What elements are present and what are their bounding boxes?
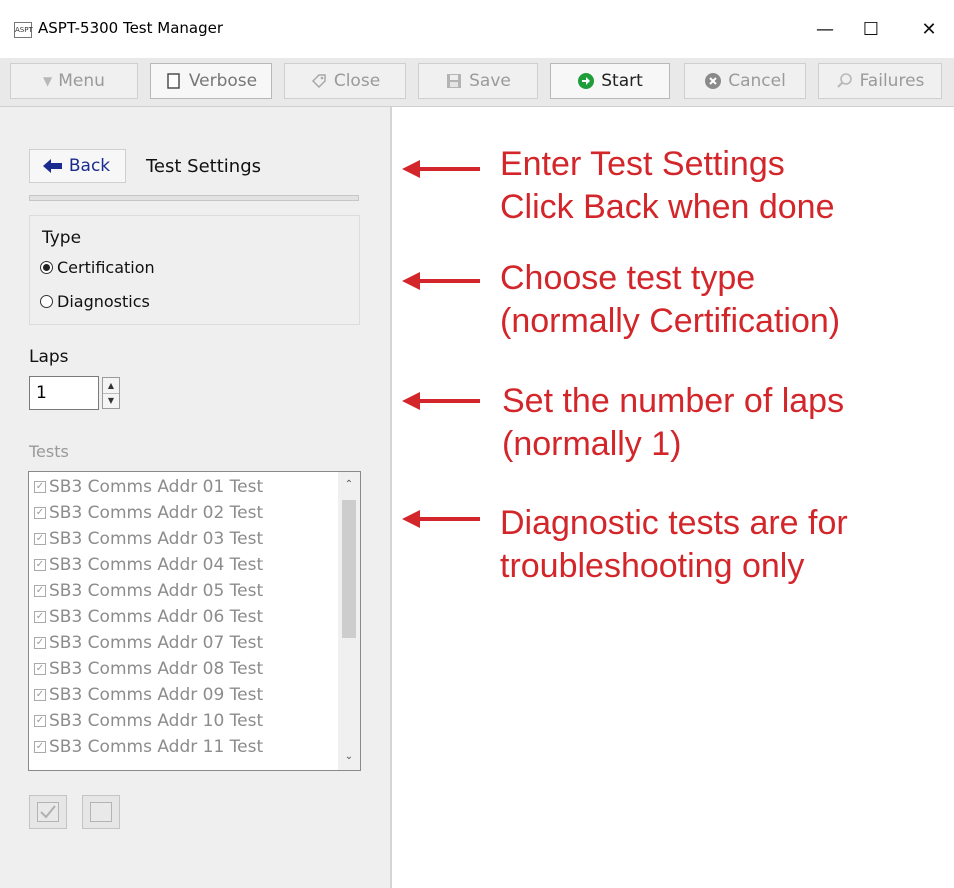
radio-selected-icon xyxy=(40,261,53,274)
checkbox-checked-icon: ✓ xyxy=(34,637,46,649)
arrow-shaft xyxy=(418,399,480,403)
list-item-label: SB3 Comms Addr 08 Test xyxy=(49,659,264,679)
verbose-button[interactable]: Verbose xyxy=(150,63,272,99)
laps-label: Laps xyxy=(29,347,69,367)
arrow-shaft xyxy=(418,517,480,521)
list-item-label: SB3 Comms Addr 02 Test xyxy=(49,503,264,523)
list-item[interactable]: ✓ SB3 Comms Addr 03 Test xyxy=(34,526,263,552)
list-item[interactable]: ✓ SB3 Comms Addr 05 Test xyxy=(34,578,263,604)
checkbox-checked-icon: ✓ xyxy=(34,507,46,519)
list-item-label: SB3 Comms Addr 09 Test xyxy=(49,685,264,705)
window-title: ASPT-5300 Test Manager xyxy=(38,19,224,37)
cancel-button[interactable]: Cancel xyxy=(684,63,806,99)
annotation-type: Choose test type (normally Certification… xyxy=(500,259,841,340)
checkbox-checked-icon: ✓ xyxy=(34,663,46,675)
checkbox-checked-icon: ✓ xyxy=(34,481,46,493)
progress-separator xyxy=(29,195,359,201)
radio-diagnostics-label: Diagnostics xyxy=(57,292,150,311)
tests-label: Tests xyxy=(29,442,69,461)
verbose-label: Verbose xyxy=(188,71,258,91)
play-circle-icon xyxy=(577,72,595,90)
scroll-up-icon[interactable]: ⌃ xyxy=(342,478,356,492)
type-label: Type xyxy=(42,228,82,248)
tag-icon xyxy=(310,72,328,90)
scroll-down-icon[interactable]: ⌄ xyxy=(342,750,356,764)
back-arrow-icon xyxy=(42,157,63,175)
minimize-button[interactable]: — xyxy=(802,10,848,50)
close-button[interactable]: Close xyxy=(284,63,406,99)
select-all-button[interactable] xyxy=(29,795,67,829)
checkbox-checked-icon: ✓ xyxy=(34,689,46,701)
annotation-settings: Enter Test Settings Click Back when done xyxy=(500,145,835,226)
list-item[interactable]: ✓ SB3 Comms Addr 06 Test xyxy=(34,604,263,630)
list-item-label: SB3 Comms Addr 11 Test xyxy=(49,737,264,757)
list-item[interactable]: ✓ SB3 Comms Addr 04 Test xyxy=(34,552,263,578)
menu-button[interactable]: ▼ Menu xyxy=(10,63,138,99)
scrollbar[interactable]: ⌃ ⌄ xyxy=(338,472,360,770)
back-button[interactable]: Back xyxy=(29,149,126,183)
list-item-label: SB3 Comms Addr 10 Test xyxy=(49,711,264,731)
annotation-laps: Set the number of laps (normally 1) xyxy=(502,382,845,463)
back-label: Back xyxy=(68,156,111,176)
title-bar: ASPT ASPT-5300 Test Manager — ☐ ✕ xyxy=(0,0,954,60)
list-item-label: SB3 Comms Addr 05 Test xyxy=(49,581,264,601)
select-none-button[interactable] xyxy=(82,795,120,829)
menu-label: Menu xyxy=(58,71,105,91)
checkbox-icon xyxy=(165,72,183,90)
arrow-shaft xyxy=(418,279,480,283)
maximize-button[interactable]: ☐ xyxy=(848,10,894,50)
list-item-label: SB3 Comms Addr 06 Test xyxy=(49,607,264,627)
list-item[interactable]: ✓ SB3 Comms Addr 08 Test xyxy=(34,656,263,682)
save-label: Save xyxy=(469,71,511,91)
type-group: Type Certification Diagnostics xyxy=(29,215,360,325)
list-item-label: SB3 Comms Addr 01 Test xyxy=(49,477,264,497)
panel-title: Test Settings xyxy=(146,156,261,177)
failures-label: Failures xyxy=(859,71,925,91)
cancel-circle-icon xyxy=(704,72,722,90)
list-item[interactable]: ✓ SB3 Comms Addr 07 Test xyxy=(34,630,263,656)
list-item[interactable]: ✓ SB3 Comms Addr 09 Test xyxy=(34,682,263,708)
save-button[interactable]: Save xyxy=(418,63,538,99)
list-item-label: SB3 Comms Addr 03 Test xyxy=(49,529,264,549)
empty-box-icon xyxy=(90,802,112,822)
close-window-button[interactable]: ✕ xyxy=(906,10,952,50)
list-item[interactable]: ✓ SB3 Comms Addr 02 Test xyxy=(34,500,263,526)
checkbox-checked-icon: ✓ xyxy=(34,715,46,727)
checkbox-checked-icon: ✓ xyxy=(34,559,46,571)
checked-box-icon xyxy=(37,802,59,822)
radio-certification[interactable]: Certification xyxy=(40,258,155,277)
radio-certification-label: Certification xyxy=(57,258,155,277)
settings-panel: Back Test Settings Type Certification Di… xyxy=(0,107,392,888)
checkbox-checked-icon: ✓ xyxy=(34,533,46,545)
toolbar: ▼ Menu Verbose Close Save Start Cancel F… xyxy=(0,58,954,107)
start-button[interactable]: Start xyxy=(550,63,670,99)
cancel-label: Cancel xyxy=(728,71,786,91)
list-item-label: SB3 Comms Addr 04 Test xyxy=(49,555,264,575)
list-item-label: SB3 Comms Addr 07 Test xyxy=(49,633,264,653)
app-icon: ASPT xyxy=(14,22,33,38)
floppy-disk-icon xyxy=(445,72,463,90)
menu-triangle-icon: ▼ xyxy=(43,74,53,88)
radio-unselected-icon xyxy=(40,295,53,308)
checkbox-checked-icon: ✓ xyxy=(34,611,46,623)
list-item[interactable]: ✓ SB3 Comms Addr 10 Test xyxy=(34,708,263,734)
close-label: Close xyxy=(333,71,381,91)
checkbox-checked-icon: ✓ xyxy=(34,585,46,597)
start-label: Start xyxy=(601,71,643,91)
arrow-shaft xyxy=(418,167,480,171)
stepper-down-icon[interactable]: ▼ xyxy=(103,393,119,408)
list-item[interactable]: ✓ SB3 Comms Addr 11 Test xyxy=(34,734,263,760)
list-item[interactable]: ✓ SB3 Comms Addr 01 Test xyxy=(34,474,263,500)
checkbox-checked-icon: ✓ xyxy=(34,741,46,753)
radio-diagnostics[interactable]: Diagnostics xyxy=(40,292,150,311)
annotation-tests: Diagnostic tests are for troubleshooting… xyxy=(500,504,848,585)
failures-button[interactable]: Failures xyxy=(818,63,942,99)
tests-list[interactable]: ✓ SB3 Comms Addr 01 Test ✓ SB3 Comms Addr … xyxy=(28,471,361,771)
laps-stepper[interactable]: ▲ ▼ xyxy=(102,377,120,409)
stepper-up-icon[interactable]: ▲ xyxy=(103,378,119,394)
magnifier-icon xyxy=(836,72,854,90)
scroll-thumb[interactable] xyxy=(342,500,356,638)
laps-input[interactable]: 1 xyxy=(29,376,99,410)
